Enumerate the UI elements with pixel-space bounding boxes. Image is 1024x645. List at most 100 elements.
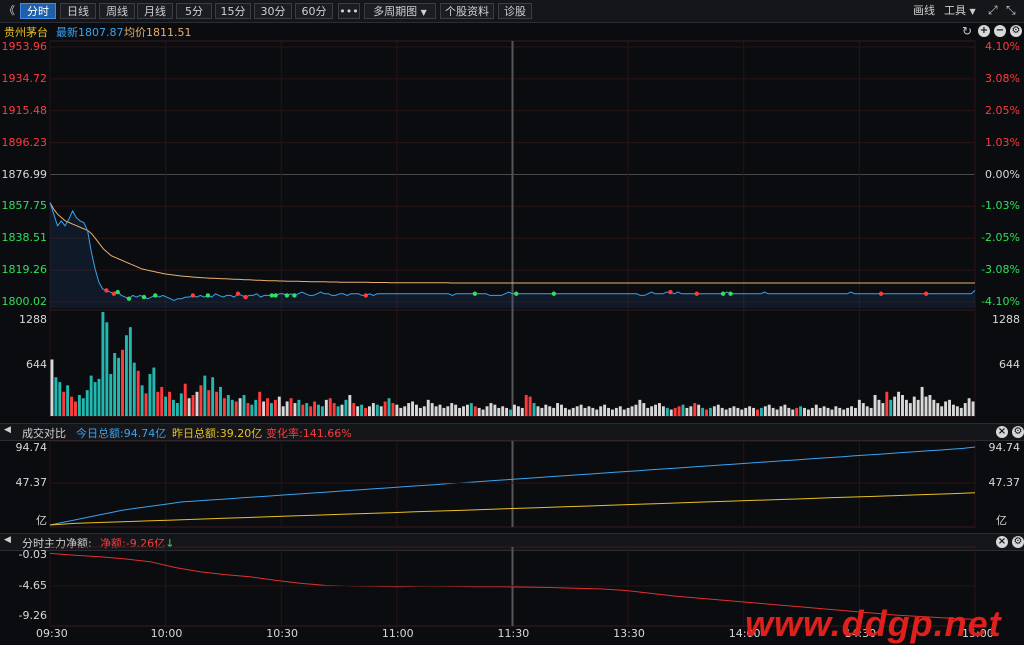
buy-marker (190, 293, 196, 298)
percent-tick-label: 1.03% (985, 135, 1020, 149)
sell-marker (472, 291, 478, 296)
volume-bar (391, 403, 395, 416)
volume-bar (532, 403, 536, 416)
volume-bar (168, 391, 172, 416)
volume-bar (226, 395, 230, 416)
volume-bar (595, 409, 599, 416)
volume-bar (317, 404, 320, 416)
volume-bar (787, 407, 791, 416)
volume-bar (665, 407, 669, 416)
volume-bar (873, 395, 877, 416)
turnover-tick-label: 47.37 (15, 476, 48, 489)
volume-bar (552, 407, 556, 416)
volume-bar (383, 401, 387, 416)
price-tick-label: 1876.99 (1, 167, 48, 181)
buy-marker (878, 291, 884, 296)
volume-bar (348, 395, 352, 416)
volume-bar (297, 399, 301, 416)
volume-bar (705, 409, 708, 416)
volume-bar (885, 391, 889, 416)
volume-bar (164, 396, 168, 416)
volume-bar (367, 406, 371, 416)
volume-bar (360, 404, 364, 416)
volume-bar (916, 399, 920, 416)
volume-bar (681, 404, 685, 416)
money-tick-label: -4.65 (18, 579, 47, 592)
volume-tick-label: 644 (999, 358, 1020, 371)
volume-bar (93, 382, 97, 416)
volume-bar (344, 399, 348, 416)
volume-bar (901, 395, 904, 416)
volume-bar (246, 403, 250, 416)
volume-bar (403, 406, 407, 416)
volume-bar (536, 406, 540, 416)
volume-bar (387, 398, 391, 416)
volume-bar (172, 399, 175, 416)
volume-bar (513, 404, 516, 416)
volume-bar (207, 390, 211, 416)
sell-marker (728, 291, 733, 296)
volume-bar (756, 409, 759, 416)
price-tick-label: 1953.96 (1, 40, 48, 53)
volume-bar (724, 409, 728, 416)
sell-marker (720, 291, 726, 296)
volume-bar (697, 404, 701, 416)
turnover-tick-label: 47.37 (988, 476, 1021, 489)
volume-bar (124, 335, 128, 416)
time-tick-label: 09:30 (36, 627, 68, 640)
volume-bar (799, 406, 803, 416)
volume-bar (716, 404, 720, 416)
sell-marker (115, 289, 120, 295)
volume-bar (156, 391, 160, 416)
volume-bar (89, 375, 93, 416)
volume-bar (779, 406, 783, 416)
volume-bar (689, 406, 693, 416)
volume-bar (62, 391, 66, 416)
volume-bar (356, 406, 360, 416)
volume-bar (66, 385, 70, 416)
volume-bar (677, 406, 681, 416)
volume-bar (646, 407, 650, 416)
volume-bar (830, 409, 834, 416)
volume-bar (152, 367, 156, 416)
volume-bar (654, 404, 658, 416)
volume-bar (618, 406, 622, 416)
volume-bar (179, 393, 183, 416)
buy-marker (923, 291, 929, 296)
volume-bar (175, 403, 179, 416)
volume-bar (379, 406, 383, 416)
volume-bar (869, 407, 873, 416)
intraday-chart[interactable] (0, 0, 1024, 642)
volume-bar (853, 407, 857, 416)
sell-marker (292, 293, 297, 298)
volume-bar (560, 404, 563, 416)
volume-bar (105, 322, 109, 416)
volume-bar (932, 399, 936, 416)
volume-bar (583, 407, 587, 416)
volume-bar (638, 399, 642, 416)
volume-bar (58, 382, 62, 416)
volume-bar (963, 403, 967, 416)
buy-marker (111, 291, 117, 296)
volume-bar (109, 374, 113, 416)
volume-bar (591, 407, 595, 416)
volume-bar (481, 409, 485, 416)
sell-marker (284, 293, 290, 298)
volume-bar (219, 386, 222, 416)
volume-bar (838, 407, 842, 416)
volume-bar (332, 403, 336, 416)
volume-bar (603, 404, 607, 416)
price-tick-label: 1838.51 (1, 231, 48, 245)
volume-bar (626, 407, 630, 416)
volume-bar (364, 407, 367, 416)
volume-bar (371, 403, 375, 416)
volume-bar (744, 407, 748, 416)
volume-bar (301, 404, 305, 416)
price-tick-label: 1934.72 (1, 71, 48, 85)
volume-bar (924, 396, 928, 416)
volume-tick-label: 1288 (19, 313, 47, 326)
volume-bar (850, 406, 853, 416)
volume-bar (540, 407, 544, 416)
time-tick-label: 10:30 (266, 627, 298, 640)
turnover-tick-label: 亿 (36, 514, 47, 527)
